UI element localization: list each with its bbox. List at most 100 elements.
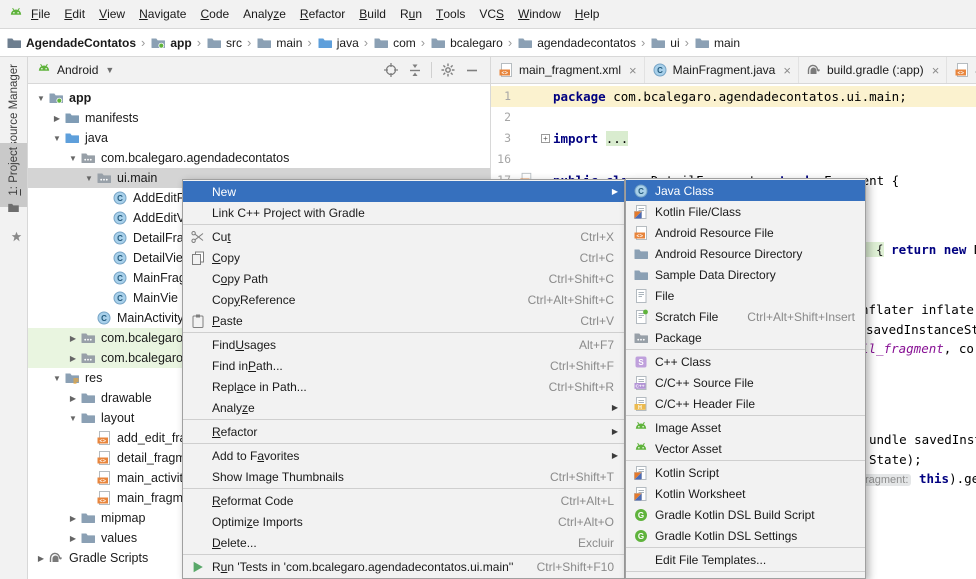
menubar-item-file[interactable]: File — [24, 0, 57, 28]
hide-button[interactable] — [462, 61, 482, 79]
tree-row-java[interactable]: ▼java — [28, 128, 490, 148]
menu-item-image-asset[interactable]: Image Asset — [626, 417, 865, 438]
menu-item-vector-asset[interactable]: Vector Asset — [626, 438, 865, 459]
menubar-item-vcs[interactable]: VCS — [472, 0, 511, 28]
menu-item-android-resource-file[interactable]: <>Android Resource File — [626, 222, 865, 243]
menu-item-scratch-file[interactable]: Scratch FileCtrl+Alt+Shift+Insert — [626, 306, 865, 327]
menu-item-run-tests-in-com-bcalegaro-agendadeconta[interactable]: Run 'Tests in 'com.bcalegaro.agendadecon… — [183, 556, 624, 577]
tab-close-icon[interactable]: × — [932, 63, 940, 78]
editor-tab-mainfragment-java[interactable]: CMainFragment.java× — [645, 57, 799, 83]
menu-item-sample-data-directory[interactable]: Sample Data Directory — [626, 264, 865, 285]
menu-item-delete[interactable]: Delete...Excluir — [183, 532, 624, 553]
menu-item-label: Scratch File — [655, 310, 718, 324]
toolwindow-tab-1-project[interactable]: 1: Project — [0, 143, 27, 207]
chevron-down-icon[interactable]: ▼ — [105, 65, 114, 75]
breadcrumb-item-java[interactable]: java — [317, 35, 359, 51]
tree-expand-arrow-icon[interactable]: ▶ — [66, 534, 80, 543]
menubar-item-tools[interactable]: Tools — [429, 0, 472, 28]
code-fragment: ) { return new D — [861, 240, 976, 260]
settings-button[interactable] — [438, 61, 458, 79]
menu-item-kotlin-script[interactable]: Kotlin Script — [626, 462, 865, 483]
tree-row-com-bcalegaro-agendadecontatos[interactable]: ▼com.bcalegaro.agendadecontatos — [28, 148, 490, 168]
menu-item-c-class[interactable]: SC++ Class — [626, 351, 865, 372]
editor-tab-main-fragment-xml[interactable]: <>main_fragment.xml× — [491, 57, 645, 83]
menu-item-copy[interactable]: CopyCtrl+C — [183, 247, 624, 268]
editor-tab-a[interactable]: <>a× — [947, 57, 976, 83]
menu-item-aidl[interactable]: IAIDL▶ — [626, 573, 865, 579]
favorites-stripe-button[interactable] — [8, 228, 24, 245]
menu-item-gradle-kotlin-dsl-build-script[interactable]: GGradle Kotlin DSL Build Script — [626, 504, 865, 525]
breadcrumb-item-agendadecontatos[interactable]: AgendadeContatos — [6, 35, 136, 51]
tree-collapse-arrow-icon[interactable]: ▼ — [50, 374, 64, 383]
menu-item-show-image-thumbnails[interactable]: Show Image ThumbnailsCtrl+Shift+T — [183, 466, 624, 487]
menu-item-add-to-favorites[interactable]: Add to Favorites▶ — [183, 445, 624, 466]
breadcrumb-item-src[interactable]: src — [206, 35, 242, 51]
breadcrumb-item-agendadecontatos[interactable]: agendadecontatos — [517, 35, 636, 51]
tab-close-icon[interactable]: × — [783, 63, 791, 78]
breadcrumb-separator-icon: › — [641, 35, 645, 50]
menu-item-android-resource-directory[interactable]: Android Resource Directory — [626, 243, 865, 264]
tab-close-icon[interactable]: × — [629, 63, 637, 78]
tree-row-app[interactable]: ▼app — [28, 88, 490, 108]
toolwindow-tab-resource-manager[interactable]: Resource Manager — [0, 60, 27, 142]
menu-item-paste[interactable]: PasteCtrl+V — [183, 310, 624, 331]
menu-item-find-in-path[interactable]: Find in Path...Ctrl+Shift+F — [183, 355, 624, 376]
menu-item-kotlin-file-class[interactable]: Kotlin File/Class — [626, 201, 865, 222]
menubar-item-refactor[interactable]: Refactor — [293, 0, 352, 28]
menu-item-c-c-source-file[interactable]: C++C/C++ Source File — [626, 372, 865, 393]
menu-item-cut[interactable]: CutCtrl+X — [183, 226, 624, 247]
menu-item-gradle-kotlin-dsl-settings[interactable]: GGradle Kotlin DSL Settings — [626, 525, 865, 546]
tree-expand-arrow-icon[interactable]: ▶ — [66, 334, 80, 343]
tree-label: main_fragm — [117, 491, 183, 505]
breadcrumb-item-ui[interactable]: ui — [650, 35, 679, 51]
tree-expand-arrow-icon[interactable]: ▶ — [50, 114, 64, 123]
menubar-item-view[interactable]: View — [92, 0, 132, 28]
menu-item-find-usages[interactable]: Find UsagesAlt+F7 — [183, 334, 624, 355]
menubar-item-analyze[interactable]: Analyze — [236, 0, 293, 28]
tree-expand-arrow-icon[interactable]: ▶ — [66, 514, 80, 523]
breadcrumb-item-main[interactable]: main — [256, 35, 302, 51]
tree-collapse-arrow-icon[interactable]: ▼ — [82, 174, 96, 183]
menu-item-edit-file-templates[interactable]: Edit File Templates... — [626, 549, 865, 570]
tree-expand-arrow-icon[interactable]: ▶ — [66, 394, 80, 403]
menu-item-optimize-imports[interactable]: Optimize ImportsCtrl+Alt+O — [183, 511, 624, 532]
fold-toggle[interactable]: + — [541, 134, 550, 143]
label-part: Kotlin Script — [655, 466, 719, 480]
tree-collapse-arrow-icon[interactable]: ▼ — [50, 134, 64, 143]
breadcrumb-item-main[interactable]: main — [694, 35, 740, 51]
tree-collapse-arrow-icon[interactable]: ▼ — [66, 414, 80, 423]
menu-item-kotlin-worksheet[interactable]: Kotlin Worksheet — [626, 483, 865, 504]
tree-collapse-arrow-icon[interactable]: ▼ — [66, 154, 80, 163]
collapse-all-button[interactable] — [405, 61, 425, 79]
menu-item-refactor[interactable]: Refactor▶ — [183, 421, 624, 442]
menubar-item-build[interactable]: Build — [352, 0, 393, 28]
tree-expand-arrow-icon[interactable]: ▶ — [66, 354, 80, 363]
menubar-item-help[interactable]: Help — [568, 0, 607, 28]
menubar-item-window[interactable]: Window — [511, 0, 568, 28]
editor-tab-build-gradle-app[interactable]: build.gradle (:app)× — [799, 57, 947, 83]
menubar-item-run[interactable]: Run — [393, 0, 429, 28]
menubar-item-edit[interactable]: Edit — [57, 0, 92, 28]
menu-item-c-c-header-file[interactable]: HC/C++ Header File — [626, 393, 865, 414]
breadcrumb-item-app[interactable]: app — [150, 35, 191, 51]
menu-item-file[interactable]: File — [626, 285, 865, 306]
menu-item-new[interactable]: New▶ — [183, 181, 624, 202]
tree-collapse-arrow-icon[interactable]: ▼ — [34, 94, 48, 103]
menu-item-java-class[interactable]: CJava Class — [626, 180, 865, 201]
label-part: R — [400, 7, 409, 21]
menu-item-package[interactable]: Package — [626, 327, 865, 348]
menubar-item-navigate[interactable]: Navigate — [132, 0, 193, 28]
menu-item-analyze[interactable]: Analyze▶ — [183, 397, 624, 418]
menubar-item-code[interactable]: Code — [193, 0, 236, 28]
menu-item-replace-in-path[interactable]: Replace in Path...Ctrl+Shift+R — [183, 376, 624, 397]
menu-item-reformat-code[interactable]: Reformat CodeCtrl+Alt+L — [183, 490, 624, 511]
tree-row-manifests[interactable]: ▶manifests — [28, 108, 490, 128]
tree-expand-arrow-icon[interactable]: ▶ — [34, 554, 48, 563]
breadcrumb-item-com[interactable]: com — [373, 35, 416, 51]
menu-item-link-c-project-with-gradle[interactable]: Link C++ Project with Gradle — [183, 202, 624, 223]
project-view-selector[interactable]: Android — [57, 63, 98, 77]
breadcrumb-item-bcalegaro[interactable]: bcalegaro — [430, 35, 503, 51]
menu-item-copy-reference[interactable]: Copy ReferenceCtrl+Alt+Shift+C — [183, 289, 624, 310]
menu-item-copy-path[interactable]: Copy PathCtrl+Shift+C — [183, 268, 624, 289]
locate-button[interactable] — [381, 61, 401, 79]
